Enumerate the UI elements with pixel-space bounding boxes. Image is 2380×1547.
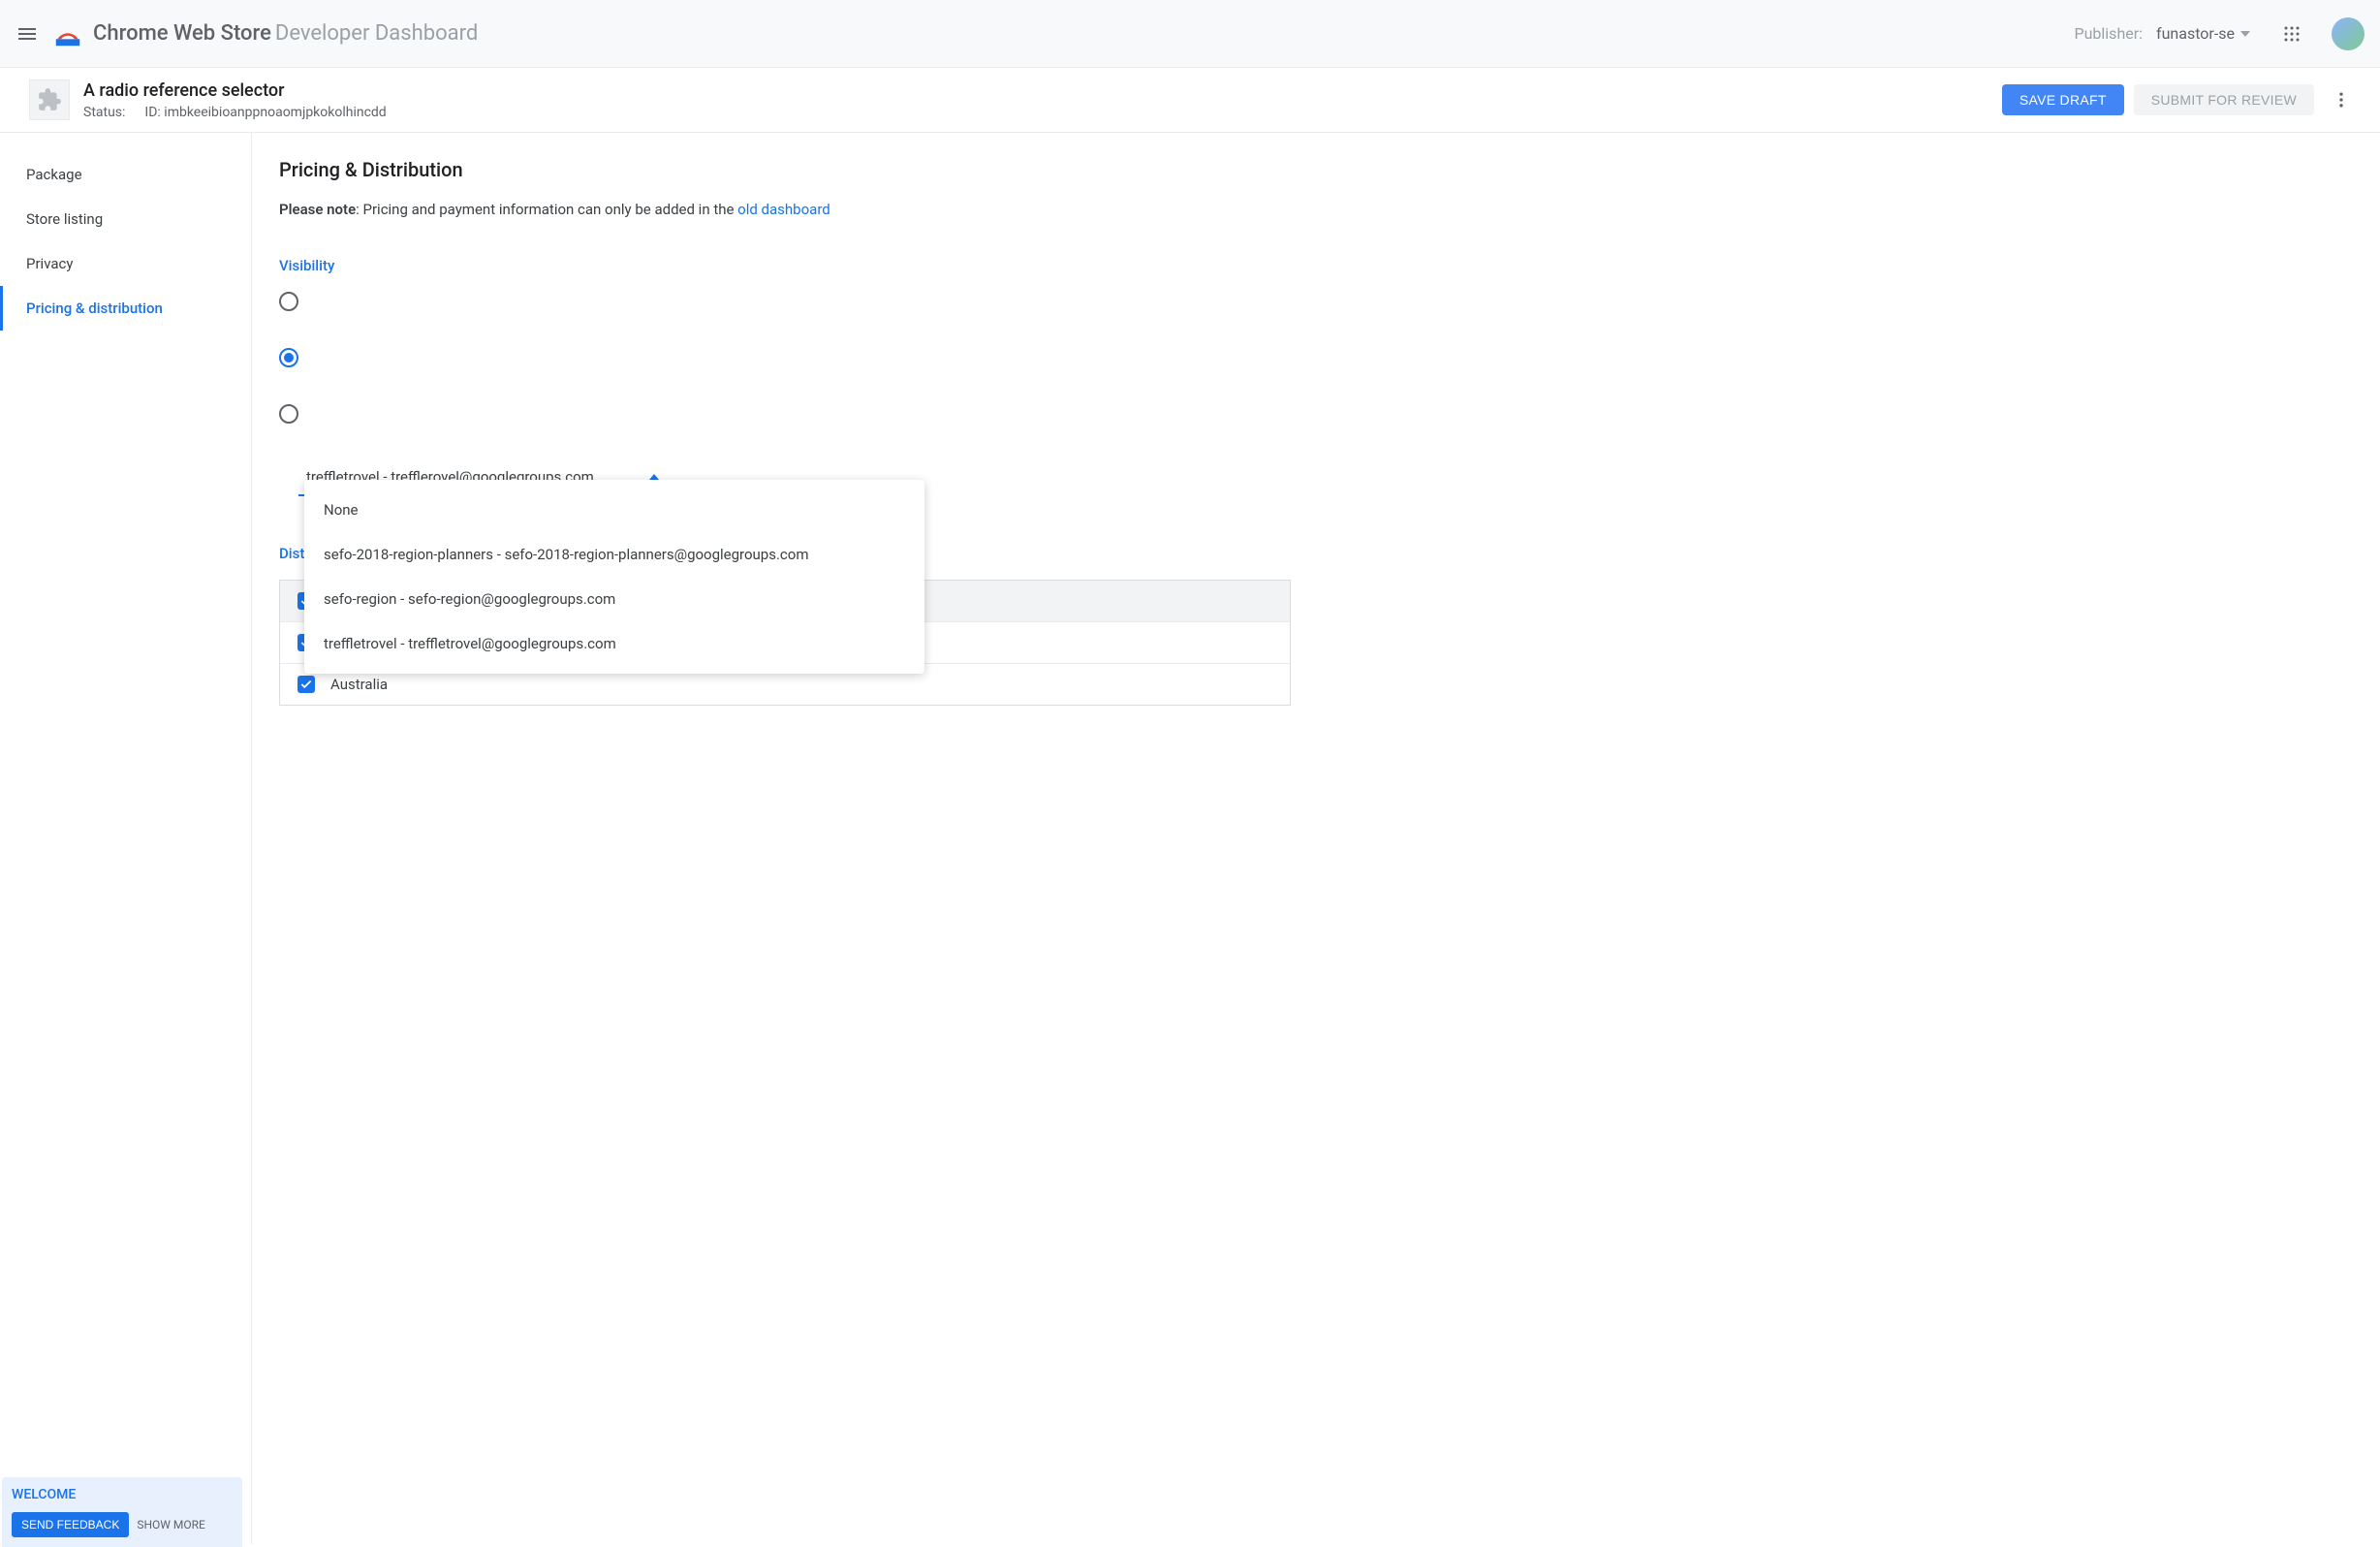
main-content: Pricing & Distribution Please note: Pric… [252,133,1318,1544]
note-bold: Please note [279,201,356,218]
popover-option-3[interactable]: treffletrovel - treffletrovel@googlegrou… [304,621,924,666]
visibility-option-1[interactable] [279,292,1291,311]
title-primary: Chrome Web Store [93,21,271,46]
publisher-dropdown[interactable]: funastor-se [2156,24,2250,43]
pricing-note: Please note: Pricing and payment informa… [279,201,1291,218]
title-secondary: Developer Dashboard [275,21,478,46]
send-feedback-button[interactable]: SEND FEEDBACK [12,1512,129,1537]
popover-option-none[interactable]: None [304,488,924,532]
publisher-value: funastor-se [2156,24,2235,43]
user-avatar[interactable] [2332,17,2364,50]
group-select-popover: None sefo-2018-region-planners - sefo-20… [304,480,924,674]
save-draft-button[interactable]: SAVE DRAFT [2002,84,2124,115]
visibility-option-3[interactable] [279,404,1291,424]
nav-store-listing[interactable]: Store listing [0,197,251,241]
publisher-block: Publisher: funastor-se [2075,17,2365,50]
extension-subheader: A radio reference selector Status: ID: i… [0,68,2380,133]
checkbox-checked-icon[interactable] [298,676,315,693]
radio-icon[interactable] [279,292,298,311]
popover-option-1[interactable]: sefo-2018-region-planners - sefo-2018-re… [304,532,924,577]
welcome-title: WELCOME [12,1487,233,1502]
extension-name: A radio reference selector [83,80,2002,101]
id-block: ID: imbkeeibioanppnoaomjpkokolhincdd [144,105,386,120]
more-vert-icon[interactable] [2332,90,2351,110]
extension-meta: Status: ID: imbkeeibioanppnoaomjpkokolhi… [83,105,2002,120]
publisher-label: Publisher: [2075,24,2144,43]
status-label: Status: [83,105,125,120]
apps-grid-icon[interactable] [2283,25,2301,43]
region-label: Australia [330,676,388,693]
sidebar-nav: Package Store listing Privacy Pricing & … [0,133,252,1544]
old-dashboard-link[interactable]: old dashboard [737,201,830,218]
show-more-link[interactable]: SHOW MORE [137,1518,205,1531]
nav-package[interactable]: Package [0,152,251,197]
main-layout: Package Store listing Privacy Pricing & … [0,133,2380,1544]
submit-review-button[interactable]: SUBMIT FOR REVIEW [2134,84,2314,115]
radio-icon[interactable] [279,404,298,424]
visibility-section-label: Visibility [279,257,1291,274]
welcome-actions: SEND FEEDBACK SHOW MORE [12,1512,233,1537]
chevron-down-icon [2240,31,2250,37]
menu-icon[interactable] [16,22,39,46]
note-text: : Pricing and payment information can on… [356,201,737,218]
radio-icon-selected[interactable] [279,348,298,367]
visibility-radio-group [279,292,1291,424]
welcome-panel: WELCOME SEND FEEDBACK SHOW MORE [2,1477,242,1547]
nav-privacy[interactable]: Privacy [0,241,251,286]
page-title: Pricing & Distribution [279,158,1291,181]
nav-pricing-distribution[interactable]: Pricing & distribution [0,286,251,331]
extension-puzzle-icon [29,79,70,120]
chrome-logo-icon [54,20,81,47]
popover-option-2[interactable]: sefo-region - sefo-region@googlegroups.c… [304,577,924,621]
extension-info: A radio reference selector Status: ID: i… [83,80,2002,120]
header-title: Chrome Web Store Developer Dashboard [93,21,2075,46]
visibility-option-2[interactable] [279,348,1291,367]
app-header: Chrome Web Store Developer Dashboard Pub… [0,0,2380,68]
